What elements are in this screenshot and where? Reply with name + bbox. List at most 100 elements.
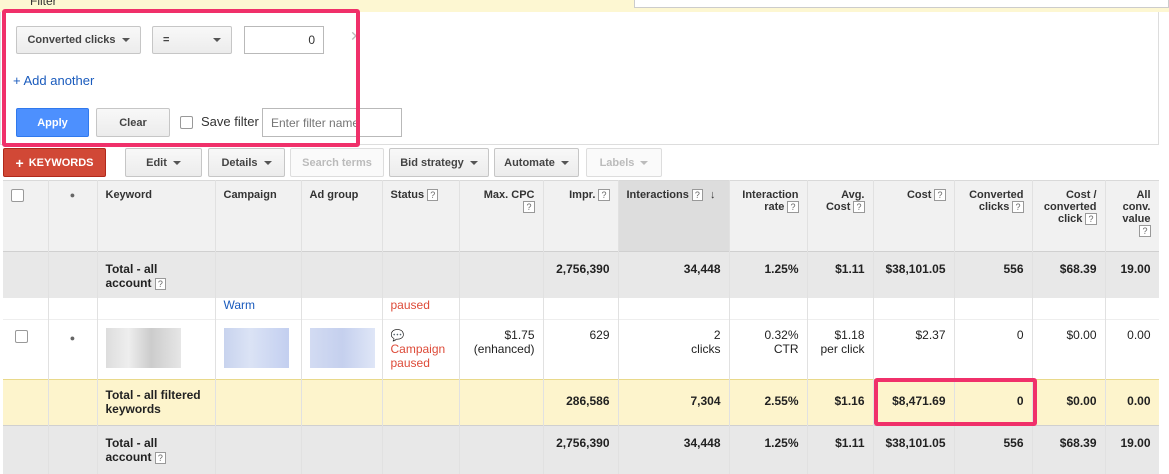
row-status-dot-icon: ● — [69, 333, 76, 343]
select-all-checkbox[interactable] — [11, 189, 24, 202]
filter-field-value: Converted clicks — [27, 34, 116, 46]
table-header-row: ● Keyword Campaign Ad group Status ? Max… — [3, 180, 1159, 252]
total-converted: 556 — [954, 251, 1033, 298]
bottom-cost: $38,101.05 — [873, 425, 955, 474]
filtered-impr: 286,586 — [543, 379, 619, 426]
total-filtered-label: Total - all filtered keywords — [97, 379, 216, 426]
help-icon[interactable]: ? — [787, 201, 799, 214]
row-checkbox[interactable] — [15, 330, 28, 343]
status-text: paused — [382, 297, 460, 320]
total-cost: $38,101.05 — [873, 251, 955, 298]
bottom-rate: 1.25% — [729, 425, 808, 474]
plus-icon: + — [15, 154, 24, 171]
header-impr[interactable]: Impr. ? — [543, 180, 619, 252]
header-keyword[interactable]: Keyword — [97, 180, 216, 252]
header-interaction-rate[interactable]: Interaction rate ? — [729, 180, 808, 252]
help-icon[interactable]: ? — [154, 277, 166, 290]
filtered-interactions: 7,304 — [618, 379, 730, 426]
help-icon[interactable]: ? — [427, 189, 439, 202]
header-status[interactable]: Status ? — [382, 180, 460, 252]
speech-bubble-icon[interactable]: 💬 — [391, 330, 405, 342]
keywords-table-wrapper: ● Keyword Campaign Ad group Status ? Max… — [3, 180, 1159, 474]
header-cost[interactable]: Cost ? — [873, 180, 955, 252]
help-icon[interactable]: ? — [1139, 225, 1151, 238]
filtered-cost-per-conv: $0.00 — [1032, 379, 1106, 426]
cost-per-conv-cell: $0.00 — [1032, 319, 1106, 380]
labels-button[interactable]: Labels — [586, 148, 662, 177]
header-interactions[interactable]: Interactions ? ↓ — [618, 180, 730, 252]
filter-operator-dropdown[interactable]: = — [152, 26, 232, 54]
total-account-row-bottom: Total - all account ? 2,756,390 34,448 1… — [3, 425, 1159, 474]
filter-header-title: Filter — [30, 0, 57, 8]
help-icon[interactable]: ? — [598, 189, 610, 202]
chevron-down-icon — [121, 38, 130, 42]
filtered-avg-cost: $1.16 — [807, 379, 874, 426]
total-avg-cost: $1.11 — [807, 251, 874, 298]
save-filter-label: Save filter — [201, 114, 259, 129]
bottom-converted: 556 — [954, 425, 1033, 474]
chevron-down-icon — [469, 160, 478, 165]
total-rate: 1.25% — [729, 251, 808, 298]
help-icon[interactable]: ? — [1012, 201, 1024, 214]
details-button[interactable]: Details — [208, 148, 285, 177]
bottom-impr: 2,756,390 — [543, 425, 619, 474]
chevron-down-icon — [560, 160, 569, 165]
avg-cost-cell: $1.18 per click — [807, 319, 874, 380]
total-conv-value: 19.00 — [1105, 251, 1159, 298]
bottom-cost-per-conv: $68.39 — [1032, 425, 1106, 474]
help-icon[interactable]: ? — [853, 201, 865, 214]
filter-field-dropdown[interactable]: Converted clicks — [16, 26, 141, 54]
header-campaign[interactable]: Campaign — [215, 180, 302, 252]
bottom-conv-value: 19.00 — [1105, 425, 1159, 474]
blurred-ad-group[interactable] — [309, 328, 375, 368]
total-account-label-bottom: Total - all account ? — [97, 425, 216, 474]
impr-cell: 629 — [543, 319, 619, 380]
help-icon[interactable]: ? — [934, 189, 946, 202]
total-impr: 2,756,390 — [543, 251, 619, 298]
header-max-cpc[interactable]: Max. CPC? — [459, 180, 544, 252]
header-cost-per-converted[interactable]: Cost / converted click ? — [1032, 180, 1106, 252]
filtered-conv-value: 0.00 — [1105, 379, 1159, 426]
cost-cell: $2.37 — [873, 319, 955, 380]
header-converted-clicks[interactable]: Converted clicks ? — [954, 180, 1033, 252]
add-another-link[interactable]: + Add another — [13, 73, 94, 88]
top-right-panel — [634, 0, 1169, 8]
chevron-down-icon — [172, 160, 181, 165]
total-account-row: Total - all account ? 2,756,390 34,448 1… — [3, 251, 1159, 298]
remove-condition-icon[interactable]: ✕ — [350, 28, 362, 45]
interactions-cell: 2 clicks — [618, 319, 730, 380]
filter-value-input[interactable] — [244, 26, 324, 54]
help-icon[interactable]: ? — [691, 189, 703, 202]
status-cell: 💬 Campaign paused — [382, 319, 460, 380]
filter-name-input[interactable] — [262, 108, 402, 137]
status-text: Campaign paused — [390, 342, 446, 370]
chevron-down-icon — [640, 160, 649, 165]
automate-button[interactable]: Automate — [494, 148, 579, 177]
table-row[interactable]: ● 💬 Campaign paused $1.75 (enhanced) 629 2… — [3, 319, 1159, 380]
header-ad-group[interactable]: Ad group — [301, 180, 383, 252]
keywords-table: ● Keyword Campaign Ad group Status ? Max… — [3, 180, 1159, 474]
help-icon[interactable]: ? — [1085, 213, 1097, 226]
total-cost-per-conv: $68.39 — [1032, 251, 1106, 298]
bottom-avg-cost: $1.11 — [807, 425, 874, 474]
status-dot-icon: ● — [69, 190, 76, 200]
blurred-keyword[interactable] — [105, 328, 181, 368]
bid-strategy-button[interactable]: Bid strategy — [389, 148, 489, 177]
filter-operator-value: = — [163, 34, 170, 46]
header-all-conv-value[interactable]: All conv. value ? — [1105, 180, 1159, 252]
blurred-campaign[interactable] — [223, 328, 289, 368]
search-terms-button[interactable]: Search terms — [290, 148, 384, 177]
converted-cell: 0 — [954, 319, 1033, 380]
filtered-converted: 0 — [954, 379, 1033, 426]
apply-button[interactable]: Apply — [16, 108, 89, 137]
header-avg-cost[interactable]: Avg. Cost ? — [807, 180, 874, 252]
help-icon[interactable]: ? — [154, 451, 166, 464]
max-cpc-cell[interactable]: $1.75 (enhanced) — [459, 319, 544, 380]
clear-button[interactable]: Clear — [96, 108, 170, 137]
save-filter-checkbox[interactable] — [180, 116, 193, 129]
keywords-button[interactable]: + KEYWORDS — [3, 148, 106, 177]
help-icon[interactable]: ? — [523, 201, 535, 214]
campaign-link[interactable]: Warm — [215, 297, 302, 320]
conv-value-cell: 0.00 — [1105, 319, 1159, 380]
edit-button[interactable]: Edit — [125, 148, 202, 177]
